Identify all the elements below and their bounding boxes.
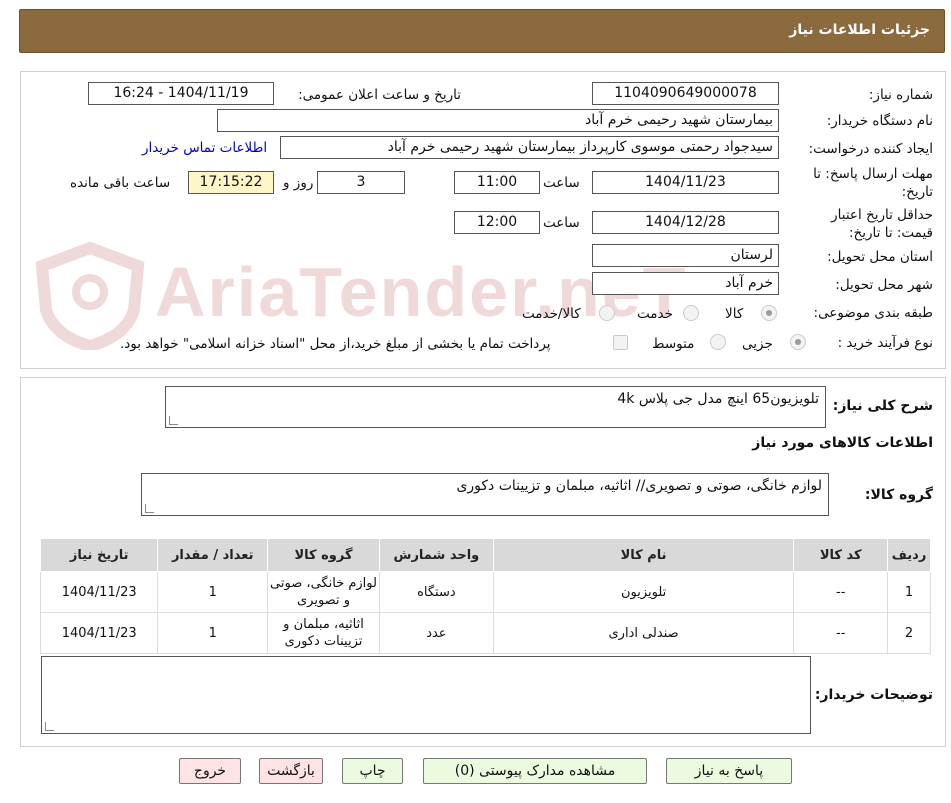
validity-time-label: ساعت <box>543 215 580 231</box>
treasury-checkbox[interactable] <box>613 335 628 350</box>
cell-row: 2 <box>887 612 931 654</box>
buyer-notes-label: توضیحات خریدار: <box>814 687 933 703</box>
remaining-label: ساعت باقی مانده <box>70 175 171 191</box>
cell-unit: عدد <box>378 612 494 654</box>
creator-field: سیدجواد رحمتی موسوی کارپرداز بیمارستان ش… <box>280 136 779 159</box>
col-name: نام کالا <box>492 538 795 572</box>
col-date: تاریخ نیاز <box>39 538 159 572</box>
need-number-label: شماره نیاز: <box>868 87 933 103</box>
category-goods-radio[interactable] <box>761 305 777 321</box>
cell-row: 1 <box>887 571 931 613</box>
process-label: نوع فرآیند خرید : <box>837 335 933 351</box>
cell-qty: 1 <box>157 571 269 613</box>
goods-info-title: اطلاعات کالاهای مورد نیاز <box>752 435 933 451</box>
table-header-row: ردیف کد کالا نام کالا واحد شمارش گروه کا… <box>39 538 931 572</box>
category-goods-label: کالا <box>725 306 744 322</box>
col-code: کد کالا <box>793 538 889 572</box>
deadline-date-field: 1404/11/23 <box>592 171 779 194</box>
back-button[interactable]: بازگشت <box>259 758 323 784</box>
resize-grip-icon[interactable] <box>169 416 178 425</box>
deadline-label-2: تاریخ: <box>901 184 933 200</box>
cell-code: -- <box>793 571 889 613</box>
category-service-label: خدمت <box>637 306 673 322</box>
category-goods-service-radio[interactable] <box>599 305 615 321</box>
category-goods-service-label: کالا/خدمت <box>522 306 581 322</box>
announce-field: 1404/11/19 - 16:24 <box>88 82 274 105</box>
deadline-label-1: مهلت ارسال پاسخ: تا <box>813 166 933 182</box>
creator-label: ایجاد کننده درخواست: <box>808 141 933 157</box>
cell-group: لوازم خانگی، صوتی و تصویری <box>267 571 380 613</box>
cell-qty: 1 <box>157 612 269 654</box>
goods-group-textarea[interactable]: لوازم خانگی، صوتی و تصویری// اثاثیه، مبل… <box>141 473 829 516</box>
table-row: 2 -- صندلی اداری عدد اثاثیه، مبلمان و تز… <box>39 612 931 654</box>
validity-date-field: 1404/12/28 <box>592 211 779 234</box>
items-table: ردیف کد کالا نام کالا واحد شمارش گروه کا… <box>39 538 931 654</box>
cell-group: اثاثیه، مبلمان و تزیینات دکوری <box>267 612 380 654</box>
contact-info-link[interactable]: اطلاعات تماس خریدار <box>142 140 267 156</box>
city-field: خرم آباد <box>592 272 779 295</box>
category-service-radio[interactable] <box>683 305 699 321</box>
exit-button[interactable]: خروج <box>179 758 241 784</box>
goods-group-label: گروه کالا: <box>864 487 933 503</box>
summary-label: شرح کلی نیاز: <box>832 398 933 414</box>
process-medium-radio[interactable] <box>710 334 726 350</box>
cell-date: 1404/11/23 <box>39 571 159 613</box>
process-minor-radio[interactable] <box>790 334 806 350</box>
page-title: جزئیات اطلاعات نیاز <box>789 22 930 38</box>
page-header: جزئیات اطلاعات نیاز <box>19 9 945 53</box>
province-field: لرستان <box>592 244 779 267</box>
category-label: طبقه بندی موضوعی: <box>813 305 933 321</box>
validity-label-2: قیمت: تا تاریخ: <box>849 225 933 241</box>
reply-button[interactable]: پاسخ به نیاز <box>666 758 792 784</box>
col-group: گروه کالا <box>267 538 380 572</box>
days-label: روز و <box>283 175 314 191</box>
watermark-shield-icon <box>35 241 145 350</box>
validity-time-field: 12:00 <box>454 211 540 234</box>
resize-grip-icon[interactable] <box>145 504 154 513</box>
col-unit: واحد شمارش <box>378 538 494 572</box>
province-label: استان محل تحویل: <box>827 249 933 265</box>
validity-label-1: حداقل تاریخ اعتبار <box>831 207 933 223</box>
watermark: AriaTender.neT <box>30 240 685 350</box>
cell-date: 1404/11/23 <box>39 612 159 654</box>
need-number-field: 1104090649000078 <box>592 82 779 105</box>
buyer-org-label: نام دستگاه خریدار: <box>826 113 933 129</box>
print-button[interactable]: چاپ <box>342 758 403 784</box>
city-label: شهر محل تحویل: <box>835 277 933 293</box>
process-minor-label: جزیی <box>742 336 773 352</box>
cell-name: صندلی اداری <box>492 612 795 654</box>
table-row: 1 -- تلویزیون دستگاه لوازم خانگی، صوتی و… <box>39 571 931 613</box>
deadline-time-field: 11:00 <box>454 171 540 194</box>
col-row: ردیف <box>887 538 931 572</box>
goods-group-text: لوازم خانگی، صوتی و تصویری// اثاثیه، مبل… <box>456 478 822 494</box>
col-qty: تعداد / مقدار <box>157 538 269 572</box>
deadline-time-label: ساعت <box>543 175 580 191</box>
attachments-button[interactable]: مشاهده مدارک پیوستی (0) <box>423 758 647 784</box>
cell-name: تلویزیون <box>492 571 795 613</box>
buyer-org-field: بیمارستان شهید رحیمی خرم آباد <box>217 109 779 132</box>
summary-text: تلویزیون65 اینچ مدل جی پلاس 4k <box>617 391 819 407</box>
summary-textarea[interactable]: تلویزیون65 اینچ مدل جی پلاس 4k <box>165 386 826 428</box>
treasury-note: پرداخت تمام یا بخشی از مبلغ خرید،از محل … <box>120 336 551 352</box>
process-medium-label: متوسط <box>652 336 695 352</box>
remaining-time-field: 17:15:22 <box>188 171 274 194</box>
cell-code: -- <box>793 612 889 654</box>
buyer-notes-textarea[interactable] <box>41 656 811 734</box>
days-field: 3 <box>317 171 405 194</box>
cell-unit: دستگاه <box>378 571 494 613</box>
announce-label: تاریخ و ساعت اعلان عمومی: <box>298 87 461 103</box>
resize-grip-icon[interactable] <box>45 722 54 731</box>
